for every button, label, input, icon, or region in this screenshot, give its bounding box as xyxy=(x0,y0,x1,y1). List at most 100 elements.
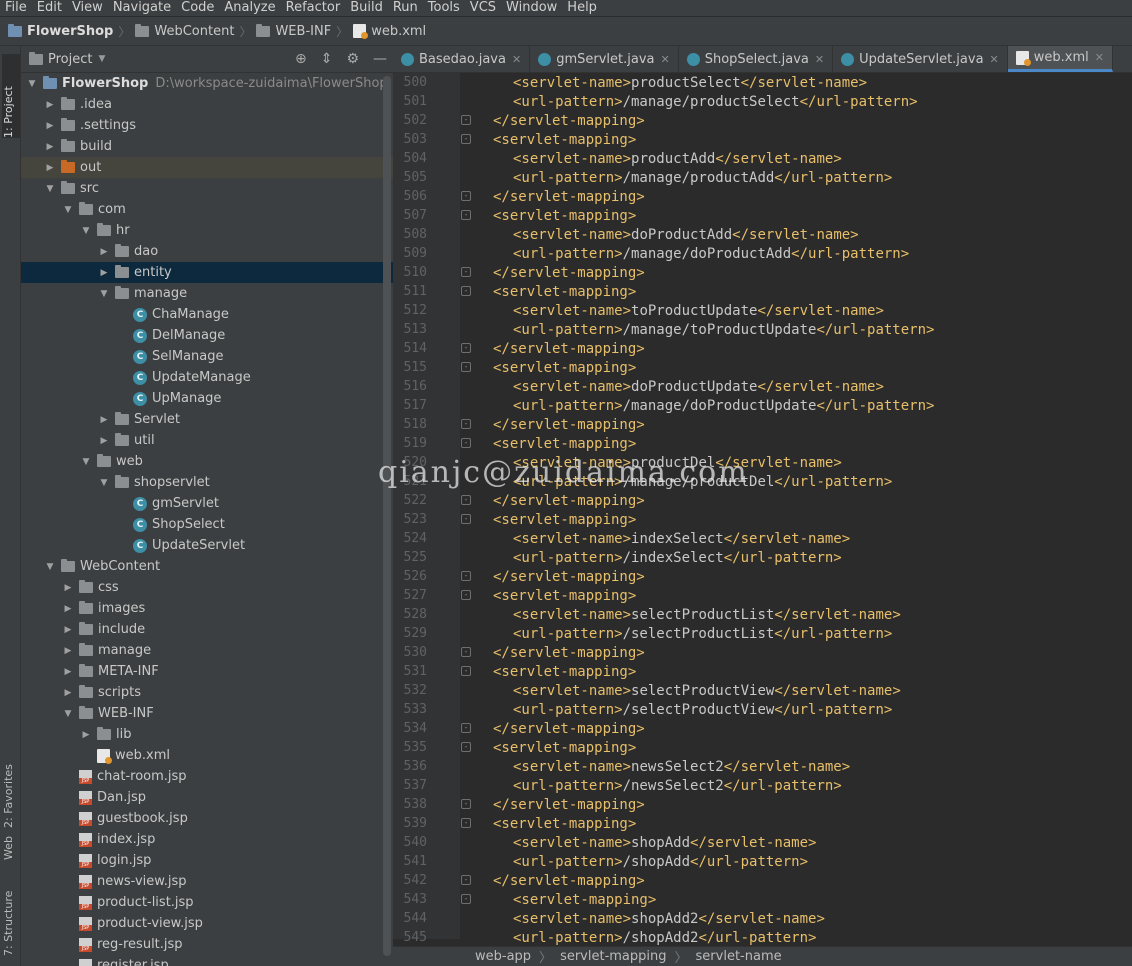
close-icon[interactable]: ✕ xyxy=(815,53,824,66)
tree-item[interactable]: ▶ entity xyxy=(21,262,393,283)
menu-item-build[interactable]: Build xyxy=(345,0,388,16)
tree-item[interactable]: ▼ FlowerShop D:\workspace-zuidaima\FlowerS… xyxy=(21,73,393,94)
tree-item[interactable]: ▶ Servlet xyxy=(21,409,393,430)
code-line[interactable]: 538 - </servlet-mapping> xyxy=(393,795,1132,814)
fold-marker-icon[interactable]: - xyxy=(461,115,471,125)
tree-item[interactable]: ▼ web xyxy=(21,451,393,472)
xml-path-item[interactable]: servlet-name xyxy=(696,949,782,964)
locate-icon[interactable]: ⊕ xyxy=(295,51,307,67)
tree-item[interactable]: ▶ out xyxy=(21,157,393,178)
expanded-arrow-icon[interactable]: ▼ xyxy=(97,478,111,488)
collapsed-arrow-icon[interactable]: ▶ xyxy=(61,646,75,656)
code-line[interactable]: 540 <servlet-name>shopAdd</servlet-name> xyxy=(393,833,1132,852)
tree-item[interactable]: C ChaManage xyxy=(21,304,393,325)
close-icon[interactable]: ✕ xyxy=(990,53,999,66)
code-line[interactable]: 543 - <servlet-mapping> xyxy=(393,890,1132,909)
tree-item[interactable]: ▶ .idea xyxy=(21,94,393,115)
collapsed-arrow-icon[interactable]: ▶ xyxy=(97,268,111,278)
tree-item[interactable]: ▶ META-INF xyxy=(21,661,393,682)
code-line[interactable]: 508 <servlet-name>doProductAdd</servlet-n… xyxy=(393,225,1132,244)
code-line[interactable]: 516 <servlet-name>doProductUpdate</servle… xyxy=(393,377,1132,396)
tree-item[interactable]: product-view.jsp xyxy=(21,913,393,934)
tree-item[interactable]: ▼ com xyxy=(21,199,393,220)
breadcrumb-project[interactable]: FlowerShop 〉 xyxy=(8,23,135,40)
menu-item-file[interactable]: File xyxy=(0,0,32,16)
tree-item[interactable]: reg-result.jsp xyxy=(21,934,393,955)
code-line[interactable]: 524 <servlet-name>indexSelect</servlet-na… xyxy=(393,529,1132,548)
menu-item-help[interactable]: Help xyxy=(562,0,602,16)
code-line[interactable]: 503 - <servlet-mapping> xyxy=(393,130,1132,149)
code-line[interactable]: 523 - <servlet-mapping> xyxy=(393,510,1132,529)
tree-item[interactable]: news-view.jsp xyxy=(21,871,393,892)
fold-marker-icon[interactable]: - xyxy=(461,818,471,828)
expanded-arrow-icon[interactable]: ▼ xyxy=(61,709,75,719)
code-line[interactable]: 545 <url-pattern>/shopAdd2</url-pattern> xyxy=(393,928,1132,947)
tree-item[interactable]: ▼ src xyxy=(21,178,393,199)
tree-item[interactable]: ▶ css xyxy=(21,577,393,598)
project-scrollbar[interactable] xyxy=(383,76,391,956)
collapsed-arrow-icon[interactable]: ▶ xyxy=(97,436,111,446)
collapsed-arrow-icon[interactable]: ▶ xyxy=(61,667,75,677)
close-icon[interactable]: ✕ xyxy=(660,53,669,66)
fold-marker-icon[interactable]: - xyxy=(461,590,471,600)
code-line[interactable]: 522 - </servlet-mapping> xyxy=(393,491,1132,510)
web-tool-tab[interactable]: Web xyxy=(2,816,20,860)
code-line[interactable]: 531 - <servlet-mapping> xyxy=(393,662,1132,681)
code-line[interactable]: 502 - </servlet-mapping> xyxy=(393,111,1132,130)
code-line[interactable]: 515 - <servlet-mapping> xyxy=(393,358,1132,377)
tree-item[interactable]: ▼ manage xyxy=(21,283,393,304)
menu-item-run[interactable]: Run xyxy=(388,0,423,16)
code-line[interactable]: 504 <servlet-name>productAdd</servlet-nam… xyxy=(393,149,1132,168)
code-line[interactable]: 513 <url-pattern>/manage/toProductUpdate<… xyxy=(393,320,1132,339)
tree-item[interactable]: C UpdateManage xyxy=(21,367,393,388)
tree-item[interactable]: web.xml xyxy=(21,745,393,766)
tree-item[interactable]: CgmServlet xyxy=(21,493,393,514)
menu-item-tools[interactable]: Tools xyxy=(423,0,465,16)
code-line[interactable]: 542 - </servlet-mapping> xyxy=(393,871,1132,890)
expanded-arrow-icon[interactable]: ▼ xyxy=(79,457,93,467)
xml-path-item[interactable]: web-app xyxy=(475,949,531,964)
menu-item-analyze[interactable]: Analyze xyxy=(219,0,280,16)
expanded-arrow-icon[interactable]: ▼ xyxy=(61,205,75,215)
menu-item-vcs[interactable]: VCS xyxy=(465,0,501,16)
expanded-arrow-icon[interactable]: ▼ xyxy=(79,226,93,236)
code-line[interactable]: 525 <url-pattern>/indexSelect</url-patter… xyxy=(393,548,1132,567)
chevron-down-icon[interactable]: ▼ xyxy=(98,54,105,64)
code-line[interactable]: 541 <url-pattern>/shopAdd</url-pattern> xyxy=(393,852,1132,871)
fold-marker-icon[interactable]: - xyxy=(461,286,471,296)
menu-item-refactor[interactable]: Refactor xyxy=(281,0,346,16)
tree-item[interactable]: ▶ lib xyxy=(21,724,393,745)
fold-marker-icon[interactable]: - xyxy=(461,134,471,144)
code-line[interactable]: 529 <url-pattern>/selectProductList</url-… xyxy=(393,624,1132,643)
tree-item[interactable]: Dan.jsp xyxy=(21,787,393,808)
breadcrumb-webcontent[interactable]: WebContent 〉 xyxy=(135,23,256,40)
code-line[interactable]: 512 <servlet-name>toProductUpdate</servle… xyxy=(393,301,1132,320)
collapsed-arrow-icon[interactable]: ▶ xyxy=(61,583,75,593)
code-line[interactable]: 507 - <servlet-mapping> xyxy=(393,206,1132,225)
code-line[interactable]: 528 <servlet-name>selectProductList</serv… xyxy=(393,605,1132,624)
menu-item-edit[interactable]: Edit xyxy=(32,0,67,16)
fold-marker-icon[interactable]: - xyxy=(461,514,471,524)
fold-marker-icon[interactable]: - xyxy=(461,894,471,904)
tree-item[interactable]: chat-room.jsp xyxy=(21,766,393,787)
favorites-tool-tab[interactable]: 2: Favorites xyxy=(2,722,20,828)
tree-item[interactable]: C ShopSelect xyxy=(21,514,393,535)
code-line[interactable]: 530 - </servlet-mapping> xyxy=(393,643,1132,662)
tree-item[interactable]: ▶ .settings xyxy=(21,115,393,136)
fold-marker-icon[interactable]: - xyxy=(461,343,471,353)
tree-item[interactable]: ▶ build xyxy=(21,136,393,157)
collapsed-arrow-icon[interactable]: ▶ xyxy=(43,142,57,152)
expanded-arrow-icon[interactable]: ▼ xyxy=(97,289,111,299)
code-line[interactable]: 537 <url-pattern>/newsSelect2</url-patter… xyxy=(393,776,1132,795)
xml-path-item[interactable]: servlet-mapping xyxy=(560,949,666,964)
collapsed-arrow-icon[interactable]: ▶ xyxy=(43,100,57,110)
fold-marker-icon[interactable]: - xyxy=(461,666,471,676)
tree-item[interactable]: ▶ images xyxy=(21,598,393,619)
code-lines[interactable]: 500 <servlet-name>productSelect</servlet-… xyxy=(393,73,1132,947)
tree-item[interactable]: ▼ shopservlet xyxy=(21,472,393,493)
code-line[interactable]: 526 - </servlet-mapping> xyxy=(393,567,1132,586)
expanded-arrow-icon[interactable]: ▼ xyxy=(25,79,39,89)
collapsed-arrow-icon[interactable]: ▶ xyxy=(61,688,75,698)
code-line[interactable]: 536 <servlet-name>newsSelect2</servlet-na… xyxy=(393,757,1132,776)
menu-item-view[interactable]: View xyxy=(67,0,108,16)
